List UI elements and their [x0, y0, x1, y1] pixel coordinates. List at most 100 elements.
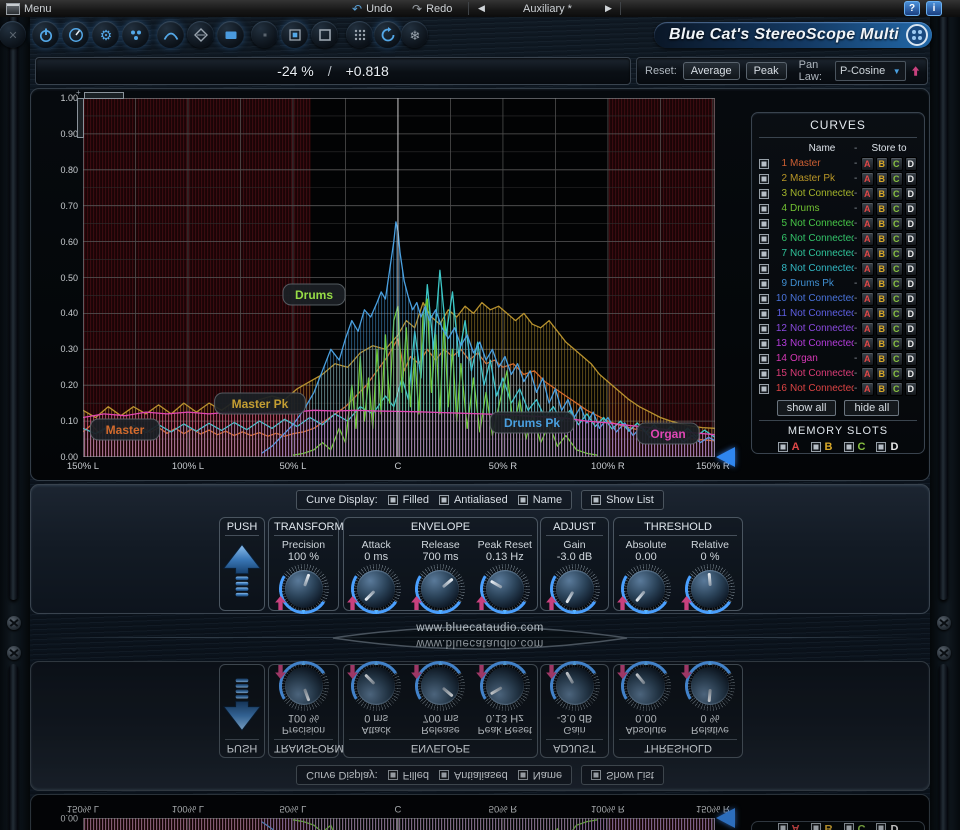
store-b-button[interactable]: B — [876, 187, 889, 201]
square-icon[interactable] — [311, 21, 338, 48]
store-a-button[interactable]: A — [861, 172, 874, 186]
curve-visible-checkbox[interactable] — [759, 249, 769, 259]
default-value-arrow-icon[interactable] — [681, 596, 692, 610]
store-b-button[interactable]: B — [876, 307, 889, 321]
preset-next-button[interactable]: ▶ — [605, 1, 612, 16]
store-c-button[interactable]: C — [890, 247, 903, 261]
curve-visible-checkbox[interactable] — [759, 189, 769, 199]
store-d-button[interactable]: D — [905, 187, 918, 201]
store-d-button[interactable]: D — [905, 232, 918, 246]
store-c-button[interactable]: C — [890, 157, 903, 171]
name-checkbox[interactable] — [518, 495, 528, 505]
store-d-button[interactable]: D — [905, 202, 918, 216]
store-a-button[interactable]: A — [861, 382, 874, 396]
memory-slot-d-checkbox[interactable] — [876, 442, 886, 452]
rect-filled-icon[interactable] — [217, 21, 244, 48]
store-b-button[interactable]: B — [876, 352, 889, 366]
store-a-button[interactable]: A — [861, 292, 874, 306]
curve-visible-checkbox[interactable] — [759, 234, 769, 244]
curve-visible-checkbox[interactable] — [759, 309, 769, 319]
curve-display-option-antialiased[interactable]: Antialiased — [439, 494, 508, 506]
store-b-button[interactable]: B — [876, 172, 889, 186]
undo-button[interactable]: ↶ Undo — [352, 1, 392, 16]
store-b-button[interactable]: B — [876, 367, 889, 381]
store-b-button[interactable]: B — [876, 232, 889, 246]
pan-law-dropdown[interactable]: P-Cosine ▼ — [835, 61, 906, 81]
curve-visible-checkbox[interactable] — [759, 324, 769, 334]
dots-icon[interactable] — [122, 21, 149, 48]
store-c-button[interactable]: C — [890, 307, 903, 321]
store-c-button[interactable]: C — [890, 217, 903, 231]
curve-visible-checkbox[interactable] — [759, 264, 769, 274]
default-value-arrow-icon[interactable] — [476, 596, 487, 610]
store-d-button[interactable]: D — [905, 247, 918, 261]
store-c-button[interactable]: C — [890, 202, 903, 216]
dot-icon[interactable] — [251, 21, 278, 48]
v-zoom-scrollbar[interactable] — [77, 98, 84, 138]
store-a-button[interactable]: A — [861, 307, 874, 321]
store-a-button[interactable]: A — [861, 367, 874, 381]
curve-display-option-name[interactable]: Name — [518, 494, 562, 506]
curve-visible-checkbox[interactable] — [759, 174, 769, 184]
curve-visible-checkbox[interactable] — [759, 159, 769, 169]
curve-visible-checkbox[interactable] — [759, 339, 769, 349]
default-value-arrow-icon[interactable] — [546, 596, 557, 610]
default-value-arrow-icon[interactable] — [347, 596, 358, 610]
curve-visible-checkbox[interactable] — [759, 279, 769, 289]
square-active-icon[interactable] — [281, 21, 308, 48]
store-a-button[interactable]: A — [861, 157, 874, 171]
store-c-button[interactable]: C — [890, 337, 903, 351]
store-c-button[interactable]: C — [890, 187, 903, 201]
help-button[interactable]: ? — [904, 1, 920, 16]
store-d-button[interactable]: D — [905, 307, 918, 321]
filled-checkbox[interactable] — [388, 495, 398, 505]
store-a-button[interactable]: A — [861, 247, 874, 261]
curve-icon[interactable] — [157, 21, 184, 48]
store-c-button[interactable]: C — [890, 322, 903, 336]
reset-peak-button[interactable]: Peak — [746, 62, 787, 80]
store-a-button[interactable]: A — [861, 202, 874, 216]
show-all-button[interactable]: show all — [777, 400, 837, 416]
redo-button[interactable]: ↷ Redo — [412, 1, 452, 16]
peak-reset-knob[interactable]: ▼ — [480, 564, 530, 614]
store-c-button[interactable]: C — [890, 277, 903, 291]
h-zoom-scrollbar[interactable] — [84, 92, 124, 99]
store-b-button[interactable]: B — [876, 157, 889, 171]
store-a-button[interactable]: A — [861, 217, 874, 231]
memory-slot-b-checkbox[interactable] — [811, 442, 821, 452]
snowflake-icon[interactable]: ❄ — [401, 21, 428, 48]
store-d-button[interactable]: D — [905, 277, 918, 291]
store-a-button[interactable]: A — [861, 352, 874, 366]
memory-slot-a-checkbox[interactable] — [778, 442, 788, 452]
store-d-button[interactable]: D — [905, 172, 918, 186]
store-b-button[interactable]: B — [876, 277, 889, 291]
store-d-button[interactable]: D — [905, 322, 918, 336]
store-b-button[interactable]: B — [876, 292, 889, 306]
store-c-button[interactable]: C — [890, 352, 903, 366]
store-d-button[interactable]: D — [905, 217, 918, 231]
curve-visible-checkbox[interactable] — [759, 294, 769, 304]
show-list-option[interactable]: Show List — [591, 494, 654, 506]
power-icon[interactable] — [32, 21, 59, 48]
position-marker-icon[interactable] — [716, 447, 735, 467]
store-b-button[interactable]: B — [876, 217, 889, 231]
curve-visible-checkbox[interactable] — [759, 369, 769, 379]
store-d-button[interactable]: D — [905, 382, 918, 396]
gear-icon[interactable]: ⚙ — [92, 21, 119, 48]
grid-icon[interactable] — [346, 21, 373, 48]
default-value-arrow-icon[interactable] — [411, 596, 422, 610]
push-up-arrow-button[interactable] — [222, 542, 262, 600]
curve-visible-checkbox[interactable] — [759, 219, 769, 229]
menu-button[interactable]: Menu — [6, 1, 52, 16]
store-a-button[interactable]: A — [861, 322, 874, 336]
preset-display[interactable]: Auxiliary * — [495, 1, 600, 16]
bypass-icon[interactable]: ✕ — [0, 21, 26, 48]
refresh-icon[interactable] — [374, 21, 401, 48]
store-b-button[interactable]: B — [876, 247, 889, 261]
store-d-button[interactable]: D — [905, 337, 918, 351]
curve-visible-checkbox[interactable] — [759, 354, 769, 364]
relative-knob[interactable]: ▼ — [685, 564, 735, 614]
layers-icon[interactable] — [187, 21, 214, 48]
memory-slot-c-checkbox[interactable] — [844, 442, 854, 452]
curve-display-option-filled[interactable]: Filled — [388, 494, 429, 506]
